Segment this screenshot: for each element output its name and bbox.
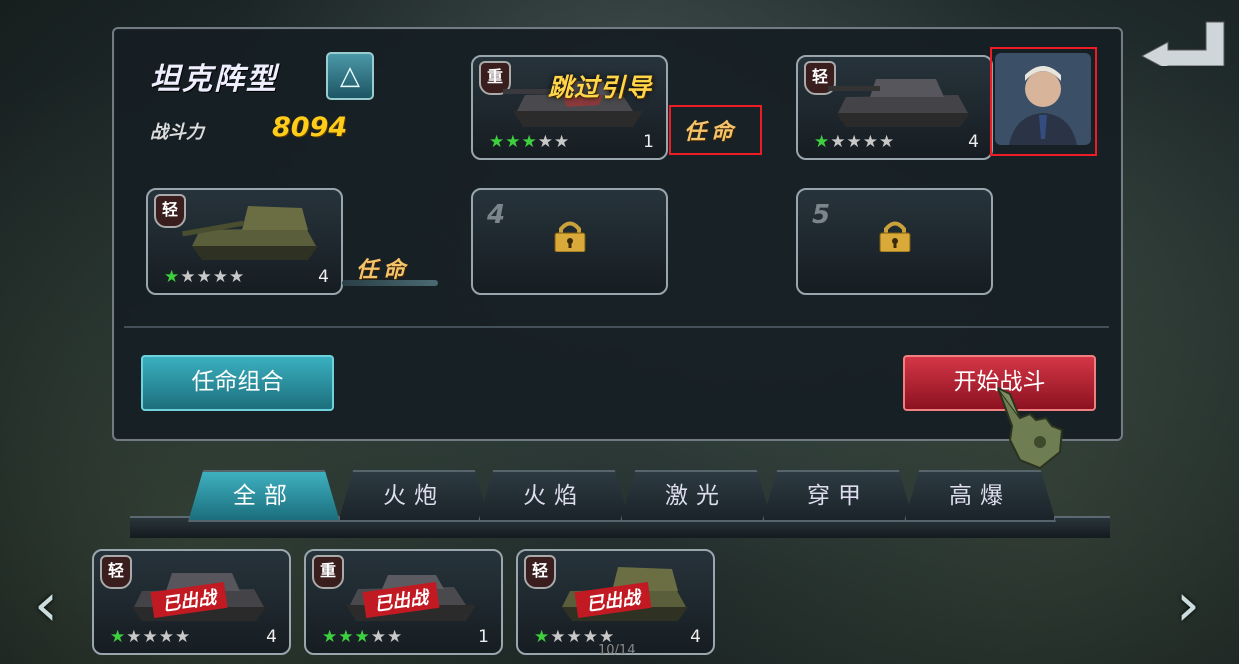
highlight-box-commander	[990, 47, 1097, 156]
formation-slot-5-locked: 5	[796, 188, 993, 295]
chevron-right-icon[interactable]: ›	[1176, 575, 1206, 635]
roster-card-1[interactable]: 轻 已出战 ★★★★★ 4	[92, 549, 291, 655]
appoint-underline	[342, 280, 438, 286]
appoint-combination-button[interactable]: 任命组合	[141, 355, 334, 411]
tab-laser[interactable]: 激光	[620, 470, 772, 522]
glove-pointer-icon	[997, 387, 1064, 470]
lock-icon	[879, 221, 911, 252]
power-label: 战斗力	[150, 122, 204, 143]
formation-slot-3[interactable]: 轻 ★★★★★ 4	[146, 188, 343, 295]
skip-guide-button[interactable]: 跳过引导	[548, 68, 652, 104]
formation-icon[interactable]: △	[326, 52, 374, 100]
tank-level: 4	[968, 132, 979, 152]
tank-level: 4	[690, 627, 701, 647]
slot-number: 5	[812, 200, 831, 230]
power-value: 8094	[272, 112, 348, 143]
lock-icon	[554, 221, 586, 252]
tank-level: 4	[266, 627, 277, 647]
tank-level: 1	[643, 132, 654, 152]
star-rating: ★★★★★	[489, 132, 571, 152]
page-indicator: 10/14	[598, 643, 636, 658]
star-rating: ★★★★★	[322, 627, 404, 647]
roster-card-3[interactable]: 轻 已出战 ★★★★★ 4	[516, 549, 715, 655]
tank-level: 1	[478, 627, 489, 647]
formation-slot-4-locked: 4	[471, 188, 668, 295]
roster-card-2[interactable]: 重 已出战 ★★★★★ 1	[304, 549, 503, 655]
page-title: 坦克阵型	[150, 62, 278, 97]
star-rating: ★★★★★	[110, 627, 192, 647]
tab-armor-piercing[interactable]: 穿甲	[762, 470, 914, 522]
panel-divider	[124, 326, 1109, 328]
light-artillery-image	[182, 206, 318, 260]
star-rating: ★★★★★	[814, 132, 896, 152]
star-rating: ★★★★★	[164, 267, 246, 287]
light-tank-image	[828, 79, 970, 127]
tab-high-explosive[interactable]: 高爆	[904, 470, 1056, 522]
tank-level: 4	[318, 267, 329, 287]
highlight-box-appoint	[669, 105, 762, 155]
filter-tabs: 全部 火炮 火焰 激光 穿甲 高爆	[130, 470, 1110, 526]
back-arrow-icon[interactable]	[1138, 18, 1228, 66]
slot-number: 4	[487, 200, 506, 230]
tab-artillery[interactable]: 火炮	[338, 470, 490, 522]
formation-slot-2[interactable]: 轻 ★★★★★ 4	[796, 55, 993, 160]
chevron-left-icon[interactable]: ‹	[34, 575, 64, 635]
tab-flame[interactable]: 火焰	[478, 470, 630, 522]
tab-all[interactable]: 全部	[188, 470, 340, 522]
